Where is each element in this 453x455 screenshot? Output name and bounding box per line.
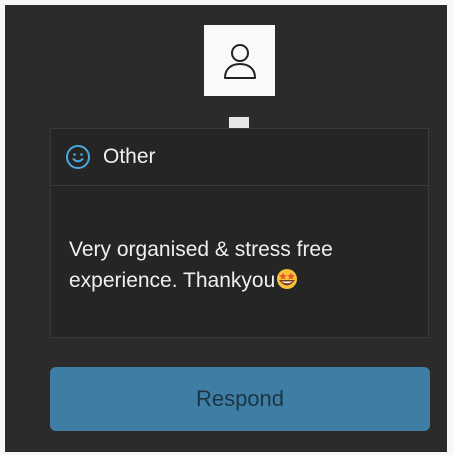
review-category: Other: [103, 145, 156, 168]
avatar: [204, 25, 275, 96]
user-icon: [223, 43, 256, 79]
respond-button[interactable]: Respond: [50, 367, 430, 431]
star-struck-emoji: [276, 268, 298, 290]
review-card-header: Other: [51, 129, 428, 186]
review-card: Other Very organised & stress free exper…: [50, 128, 429, 338]
review-screen: Other Very organised & stress free exper…: [5, 5, 447, 452]
smile-icon: [65, 144, 91, 170]
review-body: Very organised & stress free experience.…: [51, 186, 428, 296]
